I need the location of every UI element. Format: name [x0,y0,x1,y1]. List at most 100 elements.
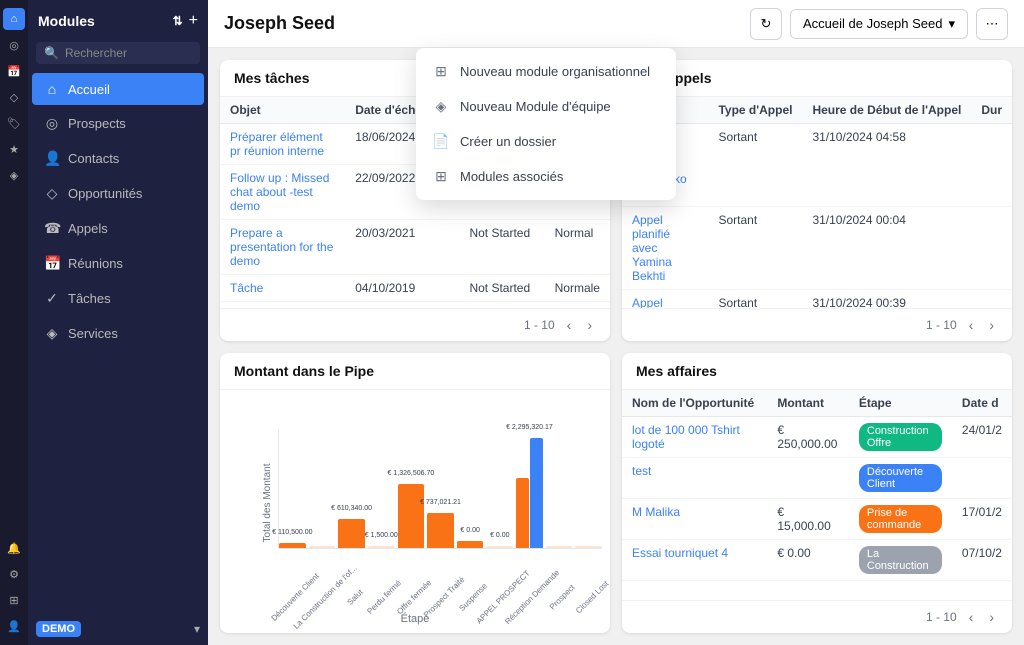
bar-orange [398,484,425,548]
dropdown-item-org[interactable]: ⊞ Nouveau module organisationnel [416,54,676,89]
sidebar-item-prospects[interactable]: ◎ Prospects [32,107,204,140]
sidebar-search[interactable]: 🔍 Rechercher [36,42,200,64]
affaire-montant: € 15,000.00 [767,498,849,539]
associated-icon: ⊞ [432,168,450,185]
calls-col-type: Type d'Appel [708,97,802,124]
calls-card-header: Mes appels [622,60,1012,97]
sidebar-item-accueil-label: Accueil [68,82,110,97]
sidebar-item-reunions[interactable]: 📅 Réunions [32,247,204,280]
dropdown-item-associated[interactable]: ⊞ Modules associés [416,159,676,194]
icon-bar-star[interactable]: ★ [3,138,25,160]
call-heure: 31/10/2024 00:04 [802,207,971,290]
more-icon: ⋯ [986,16,999,32]
topbar: Joseph Seed ↻ Accueil de Joseph Seed ▾ ⋯ [208,0,1024,48]
calls-table: Objet Type d'Appel Heure de Début de l'A… [622,97,1012,308]
call-heure: 31/10/2024 00:39 [802,290,971,308]
dropdown-item-folder[interactable]: 📄 Créer un dossier [416,124,676,159]
tasks-prev-button[interactable]: ‹ [563,315,576,335]
affaires-table: Nom de l'Opportunité Montant Étape Date … [622,390,1012,601]
refresh-icon: ↻ [761,16,772,32]
table-row: Essai tourniquet 4 € 0.00 La Constructio… [622,539,1012,580]
affaire-nom[interactable]: lot de 100 000 Tshirt logoté [622,416,767,457]
chevron-down-icon: ▾ [948,16,955,32]
sidebar-header-icons: ⇅ + [173,12,198,30]
affaire-date: 24/01/2 [952,416,1012,457]
bar-group: € 110,500.00Découverte Client [279,543,306,548]
sidebar-sort-icon[interactable]: ⇅ [173,14,183,28]
affaire-nom[interactable]: test [622,457,767,498]
affaire-date [952,457,1012,498]
reunions-icon: 📅 [44,255,60,272]
sidebar-item-opportunites[interactable]: ◇ Opportunités [32,177,204,210]
bar-orange [516,478,529,548]
task-priorite: Normal [545,220,610,275]
task-priorite: Normale [545,275,610,302]
dropdown-item-team[interactable]: ◈ Nouveau Module d'équipe [416,89,676,124]
tasks-next-button[interactable]: › [583,315,596,335]
call-heure: 31/10/2024 04:58 [802,124,971,207]
calls-prev-button[interactable]: ‹ [965,315,978,335]
calls-card: Mes appels Objet Type d'Appel Heure de D… [622,60,1012,341]
sidebar-item-taches[interactable]: ✓ Tâches [32,282,204,315]
bar-orange [427,513,454,548]
affaires-next-button[interactable]: › [985,607,998,627]
tasks-col-objet: Objet [220,97,345,124]
sidebar-item-opportunites-label: Opportunités [68,186,142,201]
affaire-nom[interactable]: M Malika [622,498,767,539]
icon-bar-tag[interactable]: 🏷 [3,112,25,134]
refresh-button[interactable]: ↻ [750,8,782,40]
sidebar-item-services[interactable]: ◈ Services [32,317,204,350]
calls-next-button[interactable]: › [985,315,998,335]
dropdown-item-folder-label: Créer un dossier [460,134,556,149]
icon-bar-home[interactable]: ⌂ [3,8,25,30]
icon-bar-circle[interactable]: ◈ [3,164,25,186]
task-date: 04/10/2019 [345,275,459,302]
sidebar-item-services-label: Services [68,326,118,341]
affaires-col-etape: Étape [849,390,952,417]
bar-value: € 110,500.00 [272,529,312,536]
icon-bar-user[interactable]: 👤 [3,615,25,637]
bar-orange [309,546,336,548]
icon-bar-chart[interactable]: ◇ [3,86,25,108]
icon-bar-grid[interactable]: ⊞ [3,589,25,611]
topbar-right: ↻ Accueil de Joseph Seed ▾ ⋯ [750,8,1008,40]
task-objet[interactable]: Prepare a presentation for the demo [220,220,345,275]
more-options-button[interactable]: ⋯ [976,8,1008,40]
sidebar-item-appels[interactable]: ☎ Appels [32,212,204,245]
icon-bar-contacts[interactable]: ◎ [3,34,25,56]
icon-bar-calendar[interactable]: 📅 [3,60,25,82]
sidebar-item-reunions-label: Réunions [68,256,123,271]
affaires-pagination: 1 - 10 [926,610,957,624]
accueil-dropdown-button[interactable]: Accueil de Joseph Seed ▾ [790,9,968,39]
accueil-label: Accueil de Joseph Seed [803,16,942,31]
call-objet[interactable]: Appel planifié avec Yamina Bekhti [622,207,708,290]
call-objet[interactable]: Appel planifié avec Drissa Sima [622,290,708,308]
table-row: Appel planifié avec Karamoko Bamba Sorta… [622,124,1012,207]
affaire-etape: Construction Offre [849,416,952,457]
tasks-card-footer: 1 - 10 ‹ › [220,308,610,341]
chevron-down-icon: ▾ [194,622,200,636]
demo-badge: DEMO [36,621,81,637]
task-objet[interactable]: Tâche [220,275,345,302]
table-row: Tâche 04/10/2019 Not Started Normale [220,275,610,302]
appels-icon: ☎ [44,220,60,237]
sidebar-header: Modules ⇅ + [28,0,208,42]
sidebar-item-contacts[interactable]: 👤 Contacts [32,142,204,175]
sidebar-item-taches-label: Tâches [68,291,111,306]
affaire-nom[interactable]: Essai tourniquet 4 [622,539,767,580]
sidebar-item-accueil[interactable]: ⌂ Accueil [32,73,204,105]
affaire-montant [767,457,849,498]
table-row: lot de 100 000 Tshirt logoté € 250,000.0… [622,416,1012,457]
icon-bar-settings[interactable]: ⚙ [3,563,25,585]
bar-value: € 737,021.21 [420,499,461,506]
task-objet[interactable]: Préparer élément pr réunion interne [220,124,345,165]
sidebar-add-icon[interactable]: + [189,12,198,30]
calls-table-el: Objet Type d'Appel Heure de Début de l'A… [622,97,1012,308]
prospects-icon: ◎ [44,115,60,132]
bar-blue [530,438,543,548]
task-objet[interactable]: Follow up : Missed chat about -test demo [220,165,345,220]
bar-group: € 737,021.21Prospect Traité [427,513,454,548]
affaires-prev-button[interactable]: ‹ [965,607,978,627]
task-date: 20/03/2021 [345,220,459,275]
icon-bar-notification[interactable]: 🔔 [3,537,25,559]
